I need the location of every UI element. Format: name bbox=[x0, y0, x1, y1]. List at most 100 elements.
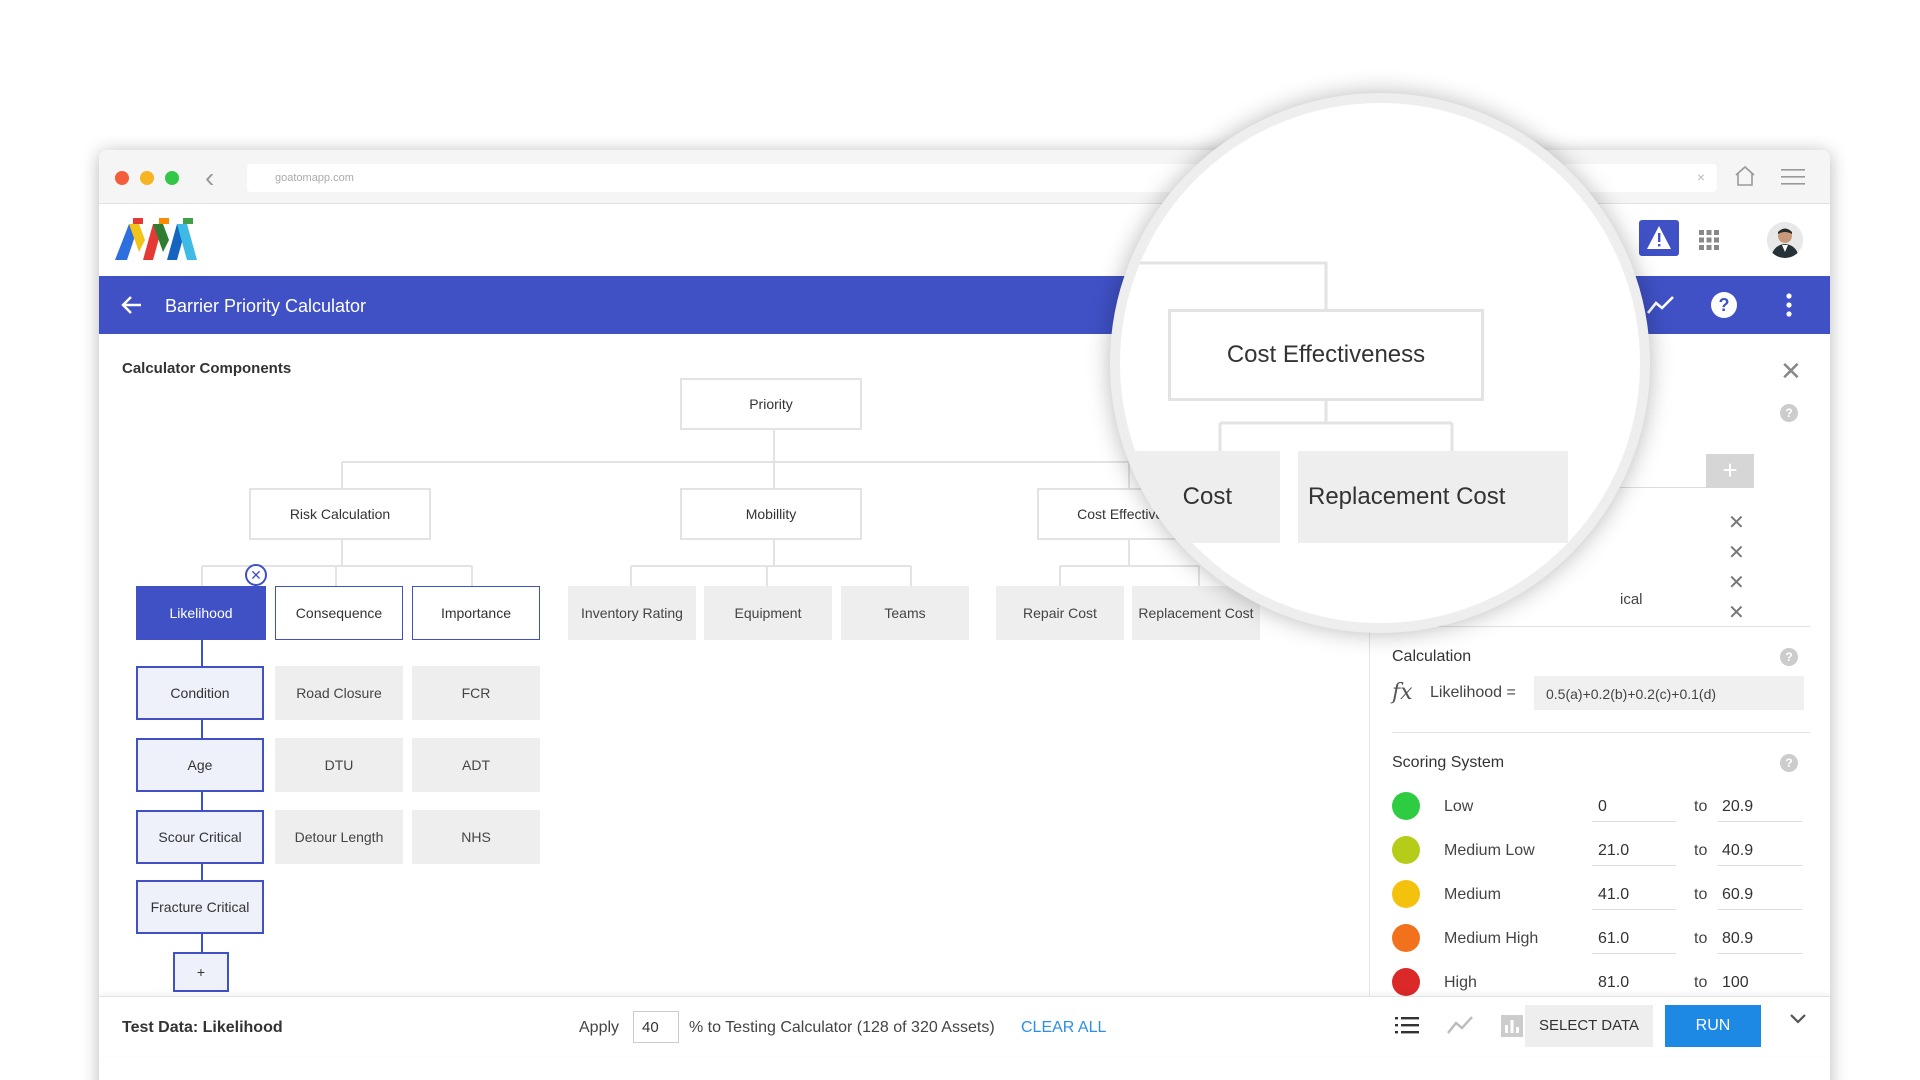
node-repair-cost[interactable]: Repair Cost bbox=[996, 586, 1124, 640]
node-label: FCR bbox=[461, 685, 491, 701]
help-icon[interactable]: ? bbox=[1780, 754, 1798, 772]
clear-url-icon[interactable]: × bbox=[1697, 169, 1705, 185]
node-teams[interactable]: Teams bbox=[841, 586, 969, 640]
node-label: Condition bbox=[170, 685, 230, 701]
score-color-dot bbox=[1392, 836, 1420, 864]
score-from-input[interactable]: 21.0 bbox=[1592, 842, 1676, 866]
node-adt[interactable]: ADT bbox=[412, 738, 540, 792]
node-dtu[interactable]: DTU bbox=[275, 738, 403, 792]
magnified-node-repair-cost[interactable]: Cost bbox=[1120, 451, 1280, 543]
add-child-button[interactable]: + bbox=[173, 952, 229, 992]
apply-percent-input[interactable]: 40 bbox=[633, 1011, 679, 1043]
score-label: High bbox=[1444, 974, 1477, 991]
node-importance[interactable]: Importance bbox=[412, 586, 540, 640]
remove-item-icon[interactable]: ✕ bbox=[1728, 540, 1745, 565]
magnified-node-replacement-cost[interactable]: Replacement Cost bbox=[1298, 451, 1568, 543]
node-label: ADT bbox=[462, 757, 490, 773]
score-from-input[interactable]: 0 bbox=[1592, 798, 1676, 822]
minimize-window-dot[interactable] bbox=[140, 171, 154, 185]
node-condition[interactable]: Condition bbox=[136, 666, 264, 720]
back-arrow-icon[interactable] bbox=[117, 290, 147, 320]
list-view-icon[interactable] bbox=[1395, 1015, 1419, 1035]
help-icon[interactable]: ? bbox=[1780, 648, 1798, 666]
score-row-medium: Medium 41.0 to 60.9 bbox=[1392, 876, 1810, 916]
node-label: Fracture Critical bbox=[150, 899, 250, 915]
user-photo-icon bbox=[1767, 222, 1803, 258]
score-label: Medium bbox=[1444, 886, 1501, 903]
node-label: Age bbox=[187, 757, 213, 773]
browser-menu-icon[interactable] bbox=[1781, 168, 1805, 186]
remove-item-icon[interactable]: ✕ bbox=[1728, 570, 1745, 595]
node-detour-length[interactable]: Detour Length bbox=[275, 810, 403, 864]
magnified-node-cost-effectiveness[interactable]: Cost Effectiveness bbox=[1168, 309, 1484, 401]
add-item-button[interactable]: + bbox=[1706, 454, 1754, 488]
node-label: Equipment bbox=[734, 605, 802, 621]
help-icon[interactable]: ? bbox=[1780, 404, 1798, 422]
score-to-input[interactable]: 40.9 bbox=[1718, 842, 1802, 866]
app-logo[interactable] bbox=[115, 218, 211, 262]
clear-all-link[interactable]: CLEAR ALL bbox=[1021, 1019, 1106, 1037]
close-panel-icon[interactable]: ✕ bbox=[1780, 356, 1802, 387]
score-from-input[interactable]: 81.0 bbox=[1592, 974, 1676, 998]
node-label: Cost Effectiveness bbox=[1226, 341, 1426, 368]
node-mobility[interactable]: Mobillity bbox=[680, 488, 862, 540]
home-icon[interactable] bbox=[1733, 164, 1757, 188]
score-from-input[interactable]: 41.0 bbox=[1592, 886, 1676, 910]
node-fracture-critical[interactable]: Fracture Critical bbox=[136, 880, 264, 934]
bar-chart-icon[interactable] bbox=[1501, 1015, 1523, 1037]
run-button[interactable]: RUN bbox=[1665, 1005, 1761, 1047]
remove-item-icon[interactable]: ✕ bbox=[1728, 600, 1745, 625]
calculation-heading: Calculation bbox=[1392, 648, 1472, 665]
test-data-label: Test Data: Likelihood bbox=[122, 1019, 283, 1036]
score-label: Medium High bbox=[1444, 930, 1539, 947]
alert-button[interactable] bbox=[1639, 220, 1679, 256]
node-equipment[interactable]: Equipment bbox=[704, 586, 832, 640]
more-vert-icon[interactable] bbox=[1785, 292, 1793, 318]
node-priority[interactable]: Priority bbox=[680, 378, 862, 430]
score-row-medium-low: Medium Low 21.0 to 40.9 bbox=[1392, 832, 1810, 872]
user-avatar[interactable] bbox=[1767, 222, 1803, 258]
select-data-button[interactable]: SELECT DATA bbox=[1525, 1005, 1653, 1047]
score-color-dot bbox=[1392, 924, 1420, 952]
chevron-down-icon[interactable] bbox=[1789, 1013, 1807, 1025]
node-consequence[interactable]: Consequence bbox=[275, 586, 403, 640]
score-color-dot bbox=[1392, 792, 1420, 820]
score-color-dot bbox=[1392, 880, 1420, 908]
node-inventory-rating[interactable]: Inventory Rating bbox=[568, 586, 696, 640]
score-to-label: to bbox=[1694, 930, 1708, 947]
node-fcr[interactable]: FCR bbox=[412, 666, 540, 720]
node-likelihood[interactable]: Likelihood bbox=[136, 586, 266, 640]
score-to-input[interactable]: 80.9 bbox=[1718, 930, 1802, 954]
score-row-medium-high: Medium High 61.0 to 80.9 bbox=[1392, 920, 1810, 960]
apps-grid-icon[interactable] bbox=[1699, 230, 1719, 250]
maximize-window-dot[interactable] bbox=[165, 171, 179, 185]
close-window-dot[interactable] bbox=[115, 171, 129, 185]
formula-input[interactable]: 0.5(a)+0.2(b)+0.2(c)+0.1(d) bbox=[1534, 676, 1804, 710]
remove-node-icon[interactable]: ✕ bbox=[245, 564, 267, 586]
help-icon[interactable]: ? bbox=[1711, 292, 1737, 318]
node-label: Priority bbox=[749, 396, 793, 412]
node-age[interactable]: Age bbox=[136, 738, 264, 792]
node-road-closure[interactable]: Road Closure bbox=[275, 666, 403, 720]
node-scour-critical[interactable]: Scour Critical bbox=[136, 810, 264, 864]
warning-icon bbox=[1647, 226, 1671, 249]
score-to-input[interactable]: 20.9 bbox=[1718, 798, 1802, 822]
trend-chart-icon[interactable] bbox=[1647, 294, 1675, 316]
node-label: Cost bbox=[1182, 483, 1232, 510]
browser-back-icon[interactable]: ‹ bbox=[205, 164, 214, 192]
node-label: Consequence bbox=[295, 605, 383, 621]
divider bbox=[1392, 732, 1810, 733]
score-color-dot bbox=[1392, 968, 1420, 996]
score-to-input[interactable]: 60.9 bbox=[1718, 886, 1802, 910]
score-to-label: to bbox=[1694, 886, 1708, 903]
calculation-label: Likelihood = bbox=[1430, 684, 1516, 701]
score-from-input[interactable]: 61.0 bbox=[1592, 930, 1676, 954]
node-nhs[interactable]: NHS bbox=[412, 810, 540, 864]
remove-item-icon[interactable]: ✕ bbox=[1728, 510, 1745, 535]
magnifier-callout: Cost Effectiveness Cost Replacement Cost bbox=[1110, 93, 1650, 633]
node-risk-calculation[interactable]: Risk Calculation bbox=[249, 488, 431, 540]
scoring-system-heading: Scoring System bbox=[1392, 754, 1505, 771]
score-to-input[interactable]: 100 bbox=[1718, 974, 1802, 998]
node-label: Likelihood bbox=[169, 605, 233, 621]
line-chart-icon[interactable] bbox=[1447, 1015, 1473, 1035]
